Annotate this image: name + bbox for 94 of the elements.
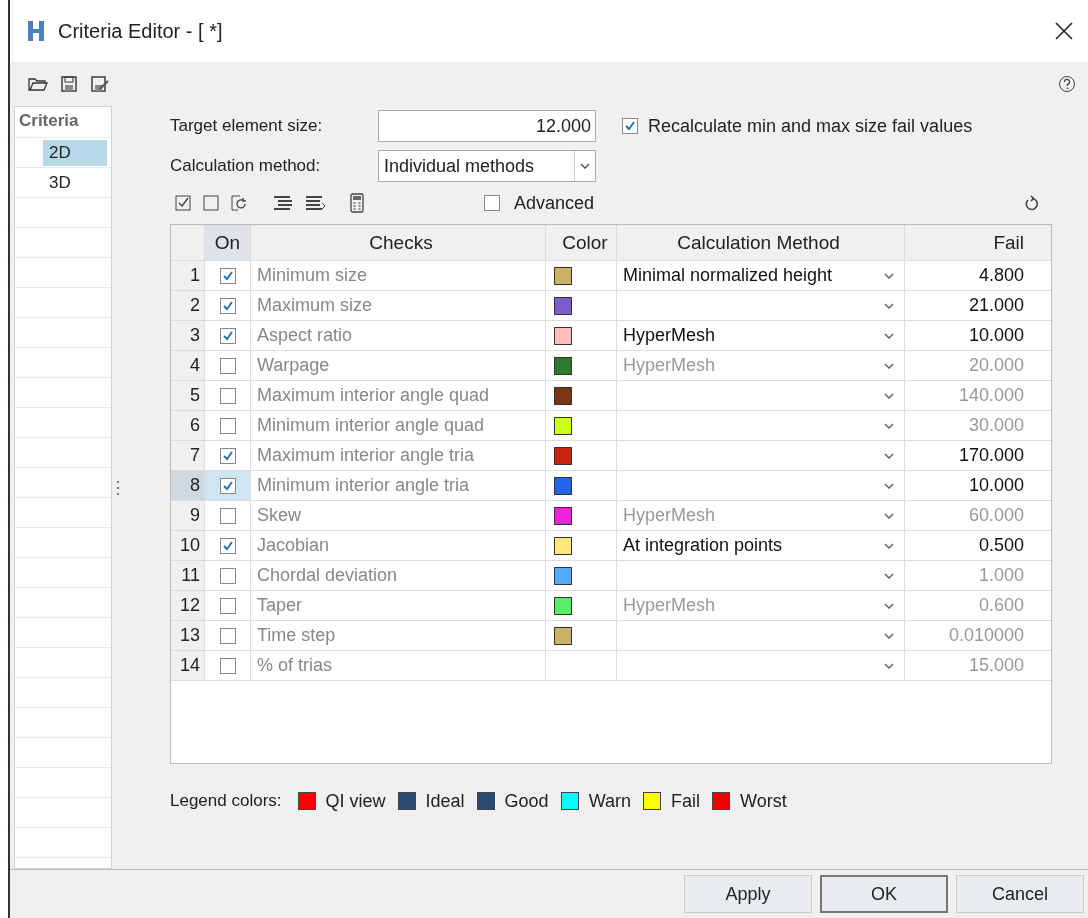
column-header[interactable]: On [205, 225, 251, 260]
calculator-icon[interactable] [350, 193, 364, 213]
legend-item: Good [504, 790, 549, 812]
checkbox[interactable] [219, 297, 236, 314]
save-icon[interactable] [60, 75, 78, 93]
checkbox-label: Advanced [514, 192, 595, 214]
uncheck-all-icon[interactable] [202, 194, 220, 212]
legend-swatch[interactable] [712, 792, 730, 810]
legend-item: Fail [671, 790, 700, 812]
help-icon[interactable] [1058, 75, 1076, 93]
checkbox[interactable] [622, 118, 638, 134]
list-item[interactable]: 2D [43, 139, 107, 166]
save-as-icon[interactable] [90, 75, 110, 93]
table-cell: Maximum interior angle tria [257, 445, 475, 466]
field-label: Target element size: [170, 116, 324, 136]
checkbox[interactable] [219, 477, 236, 494]
app-logo-icon [26, 20, 46, 42]
column-header[interactable]: Calculation Method [617, 225, 905, 260]
method-dropdown[interactable]: At integration points [617, 531, 905, 560]
caret-icon[interactable] [580, 163, 590, 169]
fail-value[interactable]: 170.000 [958, 445, 1024, 466]
caret-icon[interactable] [884, 332, 894, 339]
row-number[interactable]: 10 [171, 531, 205, 560]
list-down-icon[interactable] [304, 194, 326, 212]
fail-value[interactable]: 0.500 [978, 535, 1024, 556]
caret-icon[interactable] [884, 452, 894, 459]
legend-swatch[interactable] [476, 792, 495, 810]
color-swatch[interactable] [554, 296, 572, 315]
color-swatch[interactable] [554, 446, 572, 465]
table-cell: Warpage [257, 355, 330, 376]
refresh-box-icon[interactable] [230, 194, 248, 212]
color-swatch[interactable] [554, 326, 572, 345]
table-cell: Chordal deviation [257, 565, 398, 586]
column-header[interactable]: Checks [251, 225, 546, 260]
fail-value[interactable]: 21.000 [968, 295, 1024, 316]
legend-swatch[interactable] [397, 792, 416, 810]
method-dropdown[interactable]: Individual methods [378, 150, 596, 182]
dialog-button[interactable]: Cancel [956, 875, 1084, 913]
table-cell: Taper [257, 595, 303, 616]
table-cell: Aspect ratio [257, 325, 353, 346]
legend-item: Warn [588, 790, 631, 812]
reset-icon[interactable] [1024, 195, 1040, 211]
row-number[interactable]: 1 [171, 261, 205, 290]
row-number[interactable]: 2 [171, 291, 205, 320]
close-icon[interactable] [1054, 21, 1074, 41]
window-title: Criteria Editor - [ *] [58, 19, 223, 43]
legend-label: Legend colors: [170, 791, 282, 811]
row-number[interactable]: 7 [171, 441, 205, 470]
column-header[interactable]: Fail [905, 225, 1032, 260]
table-cell: Maximum interior angle quad [257, 385, 490, 406]
table-cell: Minimum size [257, 265, 367, 286]
dialog-button[interactable]: Apply [684, 875, 812, 913]
fail-value[interactable]: 10.000 [968, 325, 1024, 346]
method-dropdown[interactable]: HyperMesh [617, 321, 905, 350]
list-item[interactable]: 3D [43, 169, 107, 196]
folder-icon[interactable] [28, 76, 48, 92]
fail-value[interactable]: 4.800 [978, 265, 1024, 286]
caret-icon[interactable] [884, 272, 894, 279]
table-cell: % of trias [257, 655, 333, 676]
checkbox-label: Recalculate min and max size fail values [648, 115, 973, 137]
caret-icon[interactable] [884, 302, 894, 309]
checkbox[interactable] [219, 447, 236, 464]
legend-item: Ideal [425, 790, 465, 812]
legend-swatch[interactable] [297, 792, 316, 810]
method-dropdown[interactable]: Minimal normalized height [617, 261, 905, 290]
color-swatch[interactable] [554, 476, 572, 495]
table-cell: Maximum size [257, 295, 372, 316]
fail-value[interactable]: 10.000 [968, 475, 1024, 496]
checkbox[interactable] [219, 267, 236, 284]
checkbox[interactable] [484, 195, 500, 211]
caret-icon[interactable] [884, 482, 894, 489]
table-cell: Jacobian [257, 535, 330, 556]
table-cell: Skew [257, 505, 301, 526]
target-size-field[interactable]: 12.000 [378, 110, 596, 142]
check-all-icon[interactable] [174, 194, 192, 212]
legend-item: QI view [325, 790, 386, 812]
checkbox[interactable] [219, 327, 236, 344]
table-cell: Minimum interior angle quad [257, 415, 485, 436]
color-swatch[interactable] [554, 266, 572, 285]
field-label: Calculation method: [170, 156, 322, 176]
list-up-icon[interactable] [272, 194, 294, 212]
color-swatch[interactable] [554, 536, 572, 555]
table-cell: Minimum interior angle tria [257, 475, 470, 496]
legend-item: Worst [740, 790, 787, 812]
dialog-button[interactable]: OK [820, 875, 948, 913]
caret-icon[interactable] [884, 542, 894, 549]
legend-swatch[interactable] [643, 792, 661, 810]
legend-swatch[interactable] [560, 792, 579, 810]
row-number[interactable]: 8 [171, 471, 205, 500]
column-header[interactable]: Color [546, 225, 617, 260]
table-cell: Time step [257, 625, 336, 646]
checkbox[interactable] [219, 537, 236, 554]
row-number[interactable]: 3 [171, 321, 205, 350]
list-header: Criteria [15, 107, 111, 138]
